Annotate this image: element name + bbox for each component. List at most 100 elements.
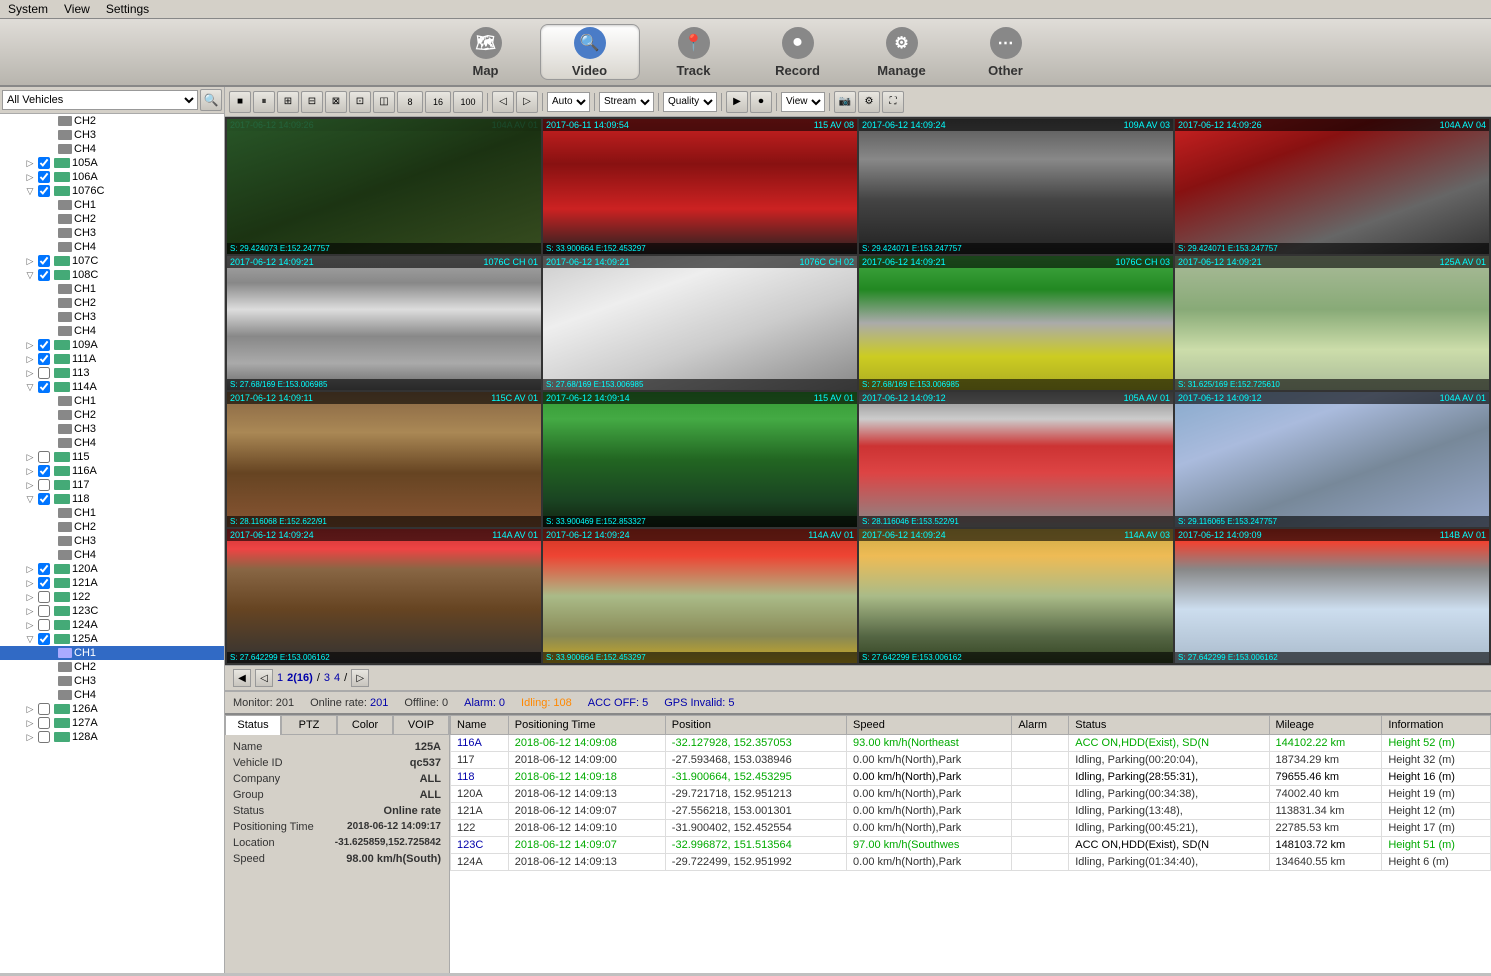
tb-8btn[interactable]: 8	[397, 91, 423, 113]
table-row[interactable]: 117 2018-06-12 14:09:00 -27.593468, 153.…	[451, 752, 1491, 769]
tree-item-126a[interactable]: ▷ 126A	[0, 702, 224, 716]
tab-ptz[interactable]: PTZ	[281, 715, 337, 735]
tree-item-121a[interactable]: ▷ 121A	[0, 576, 224, 590]
vehicle-checkbox-122[interactable]	[38, 591, 50, 603]
tb-100btn[interactable]: 100	[453, 91, 483, 113]
tree-item-ch1-108[interactable]: CH1	[0, 282, 224, 296]
tb-snapshot-button[interactable]: 📷	[834, 91, 856, 113]
expand-icon[interactable]: ▽	[24, 493, 36, 505]
expand-icon[interactable]: ▷	[24, 479, 36, 491]
tree-item-124a[interactable]: ▷ 124A	[0, 618, 224, 632]
tb-next-button[interactable]: ▷	[516, 91, 538, 113]
vehicle-checkbox-126a[interactable]	[38, 703, 50, 715]
expand-icon[interactable]: ▷	[24, 157, 36, 169]
video-cell-14[interactable]: 2017-06-12 14:09:24 114A AV 01 S: 33.900…	[543, 529, 857, 664]
menu-settings[interactable]: Settings	[106, 2, 149, 16]
vehicle-checkbox-118[interactable]	[38, 493, 50, 505]
tb-play-button[interactable]: ▶	[726, 91, 748, 113]
tree-item-120a[interactable]: ▷ 120A	[0, 562, 224, 576]
expand-icon[interactable]: ▷	[24, 367, 36, 379]
video-cell-3[interactable]: 2017-06-12 14:09:24 109A AV 03 S: 29.424…	[859, 119, 1173, 254]
tb-stream-select[interactable]: Stream	[599, 92, 654, 112]
tree-item-ch3-125[interactable]: CH3	[0, 674, 224, 688]
page-1[interactable]: 1	[277, 672, 283, 684]
tree-item-115[interactable]: ▷ 115	[0, 450, 224, 464]
tree-item-105a[interactable]: ▷ 105A	[0, 156, 224, 170]
tb-settings-button[interactable]: ⚙	[858, 91, 880, 113]
tree-item-123c[interactable]: ▷ 123C	[0, 604, 224, 618]
video-cell-13[interactable]: 2017-06-12 14:09:24 114A AV 01 S: 27.642…	[227, 529, 541, 664]
tab-status[interactable]: Status	[225, 715, 281, 735]
tb-16btn[interactable]: 16	[425, 91, 451, 113]
tree-item-106a[interactable]: ▷ 106A	[0, 170, 224, 184]
tree-item-ch2-1076[interactable]: CH2	[0, 212, 224, 226]
vehicle-checkbox-107c[interactable]	[38, 255, 50, 267]
vehicle-checkbox-124a[interactable]	[38, 619, 50, 631]
tree-item-ch3-top[interactable]: CH3	[0, 128, 224, 142]
tree-item-ch2-118[interactable]: CH2	[0, 520, 224, 534]
vehicle-checkbox-120a[interactable]	[38, 563, 50, 575]
vehicle-checkbox-106a[interactable]	[38, 171, 50, 183]
sidebar-vehicle-select[interactable]: All Vehicles	[2, 90, 198, 110]
expand-icon[interactable]: ▷	[24, 339, 36, 351]
vehicle-checkbox-128a[interactable]	[38, 731, 50, 743]
table-row[interactable]: 122 2018-06-12 14:09:10 -31.900402, 152.…	[451, 820, 1491, 837]
tree-item-ch2-114[interactable]: CH2	[0, 408, 224, 422]
tb-grid2-button[interactable]: ⊟	[301, 91, 323, 113]
tree-item-111a[interactable]: ▷ 111A	[0, 352, 224, 366]
menu-system[interactable]: System	[8, 2, 48, 16]
tb-layout-select[interactable]: Auto	[547, 92, 590, 112]
video-cell-1[interactable]: 2017-06-12 14:09:26 104A AV 01 S: 29.424…	[227, 119, 541, 254]
tree-item-114a[interactable]: ▽ 114A	[0, 380, 224, 394]
tree-item-ch4-108[interactable]: CH4	[0, 324, 224, 338]
expand-icon[interactable]: ▷	[24, 619, 36, 631]
video-cell-12[interactable]: 2017-06-12 14:09:12 104A AV 01 S: 29.116…	[1175, 392, 1489, 527]
vehicle-checkbox-121a[interactable]	[38, 577, 50, 589]
tb-fullscreen-button[interactable]: ⛶	[882, 91, 904, 113]
page-prev-button[interactable]: ◀	[233, 669, 251, 687]
video-cell-6[interactable]: 2017-06-12 14:09:21 1076C CH 02 S: 27.68…	[543, 256, 857, 391]
video-cell-15[interactable]: 2017-06-12 14:09:24 114A AV 03 S: 27.642…	[859, 529, 1173, 664]
vehicle-checkbox-115[interactable]	[38, 451, 50, 463]
menu-view[interactable]: View	[64, 2, 90, 16]
video-cell-11[interactable]: 2017-06-12 14:09:12 105A AV 01 S: 28.116…	[859, 392, 1173, 527]
tb-grid1-button[interactable]: ⊞	[277, 91, 299, 113]
tb-quality-select[interactable]: Quality	[663, 92, 717, 112]
tree-item-127a[interactable]: ▷ 127A	[0, 716, 224, 730]
expand-icon[interactable]: ▽	[24, 269, 36, 281]
tree-item-ch1-118[interactable]: CH1	[0, 506, 224, 520]
tab-color[interactable]: Color	[337, 715, 393, 735]
nav-other-button[interactable]: ⋯ Other	[956, 24, 1056, 80]
tree-item-ch4-125[interactable]: CH4	[0, 688, 224, 702]
tb-view-select[interactable]: View	[781, 92, 825, 112]
tree-item-128a[interactable]: ▷ 128A	[0, 730, 224, 744]
nav-map-button[interactable]: 🗺 Map	[436, 24, 536, 80]
vehicle-checkbox-109a[interactable]	[38, 339, 50, 351]
page-prev-arrow[interactable]: ◁	[255, 669, 273, 687]
expand-icon[interactable]: ▷	[24, 591, 36, 603]
video-cell-4[interactable]: 2017-06-12 14:09:26 104A AV 04 S: 29.424…	[1175, 119, 1489, 254]
expand-icon[interactable]: ▷	[24, 171, 36, 183]
tree-item-108c[interactable]: ▽ 108C	[0, 268, 224, 282]
expand-icon[interactable]: ▷	[24, 605, 36, 617]
vehicle-checkbox-123c[interactable]	[38, 605, 50, 617]
tree-item-ch1-125[interactable]: CH1	[0, 646, 224, 660]
vehicle-checkbox-111a[interactable]	[38, 353, 50, 365]
tree-item-ch4-118[interactable]: CH4	[0, 548, 224, 562]
vehicle-checkbox-117[interactable]	[38, 479, 50, 491]
tree-item-113[interactable]: ▷ 113	[0, 366, 224, 380]
tb-grid5-button[interactable]: ◫	[373, 91, 395, 113]
expand-icon[interactable]: ▷	[24, 255, 36, 267]
tree-item-ch3-108[interactable]: CH3	[0, 310, 224, 324]
vehicle-checkbox-1076c[interactable]	[38, 185, 50, 197]
expand-icon[interactable]: ▷	[24, 563, 36, 575]
tree-item-ch3-114[interactable]: CH3	[0, 422, 224, 436]
vehicle-checkbox-108c[interactable]	[38, 269, 50, 281]
video-cell-5[interactable]: 2017-06-12 14:09:21 1076C CH 01 S: 27.68…	[227, 256, 541, 391]
vehicle-checkbox-116a[interactable]	[38, 465, 50, 477]
page-3[interactable]: 3	[324, 672, 330, 684]
tree-item-107c[interactable]: ▷ 107C	[0, 254, 224, 268]
expand-icon[interactable]: ▷	[24, 703, 36, 715]
tree-item-118[interactable]: ▽ 118	[0, 492, 224, 506]
tb-prev-button[interactable]: ◁	[492, 91, 514, 113]
